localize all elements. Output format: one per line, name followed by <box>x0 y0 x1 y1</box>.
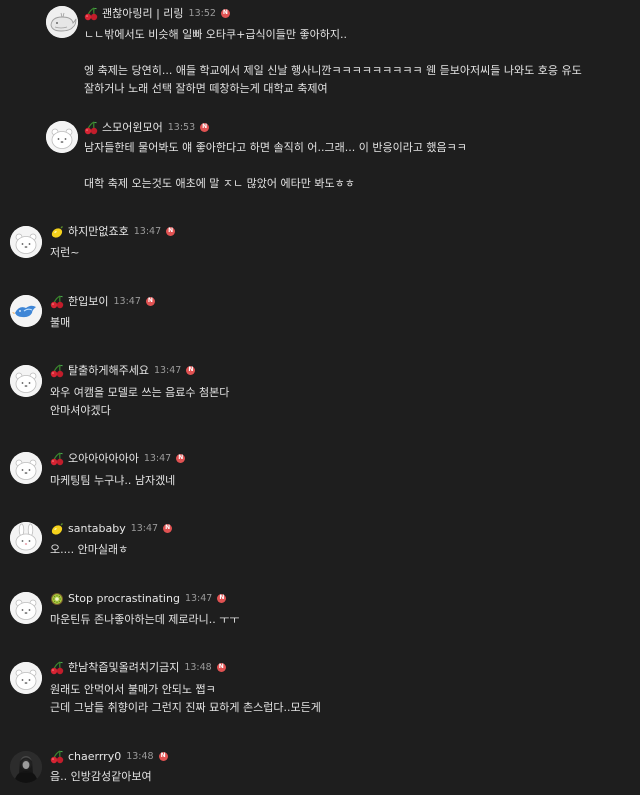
comment-body: 마운틴듀 존나좋아하는데 제로라니.. ㅜㅜ <box>50 611 240 629</box>
comment-line: 원래도 안먹어서 불매가 안되노 쩝ㅋ <box>50 683 216 696</box>
comment-body: ㄴㄴ밖에서도 비슷해 일빠 오타쿠+급식이들만 좋아하지.. 엥 축제는 당연히.… <box>84 26 582 98</box>
avatar[interactable] <box>10 295 42 327</box>
cherry-icon <box>84 6 98 21</box>
cherry-icon <box>50 749 64 764</box>
avatar[interactable] <box>10 226 42 258</box>
comment-line: 불매 <box>50 316 71 329</box>
cherry-icon <box>50 363 64 378</box>
comment-header: 오아아아아아아 13:47 N <box>50 450 186 466</box>
comment-thread-page: { "comments": [ { "nick": "괜찮아링리 | 리링", … <box>0 0 640 795</box>
comment-body: 불매 <box>50 314 70 332</box>
new-badge: N <box>220 8 230 18</box>
timestamp: 13:47 <box>184 592 213 604</box>
nickname[interactable]: 한입보이 <box>68 293 108 309</box>
new-badge: N <box>176 453 186 463</box>
new-badge: N <box>200 122 210 132</box>
nickname[interactable]: Stop procrastinating <box>68 592 180 605</box>
comment-line: ㄴㄴ밖에서도 비슷해 일빠 오타쿠+급식이들만 좋아하지.. <box>84 28 347 41</box>
avatar[interactable] <box>10 365 42 397</box>
comment-line: 잘하거나 노래 선택 잘하면 떼창하는게 대학교 축제여 <box>84 82 328 95</box>
cherry-icon <box>84 120 98 135</box>
comment-header: 하지만없죠호 13:47 N <box>50 223 176 239</box>
nickname[interactable]: 괜찮아링리 | 리링 <box>102 5 184 21</box>
nickname[interactable]: 하지만없죠호 <box>68 223 129 239</box>
timestamp: 13:47 <box>113 295 141 307</box>
comment-line: 마케팅팀 누구냐.. 남자겠네 <box>50 474 176 487</box>
nickname[interactable]: 오아아아아아아 <box>68 450 139 466</box>
avatar[interactable] <box>46 121 78 153</box>
lemon-icon <box>50 521 64 535</box>
comment-body: 마케팅팀 누구냐.. 남자겠네 <box>50 472 175 490</box>
cherry-icon <box>50 451 64 466</box>
comment-header: 탈출하게해주세요 13:47 N <box>50 362 196 378</box>
timestamp: 13:52 <box>188 7 216 19</box>
comment-line: 대학 축제 오는것도 애초에 말 ㅈㄴ 많았어 에타만 봐도ㅎㅎ <box>84 177 355 190</box>
comment-line: 근데 그남들 취향이라 그런지 진짜 묘하게 촌스럽다..모든게 <box>50 701 321 714</box>
comment-header: santababy 13:47 N <box>50 520 173 536</box>
comment-body: 저런~ <box>50 244 79 262</box>
comment-line: 안마셔야겠다 <box>50 404 111 417</box>
new-badge: N <box>217 593 227 603</box>
nickname[interactable]: 탈출하게해주세요 <box>68 362 149 378</box>
comment-line: 엥 축제는 당연히... 애들 학교에서 제일 신날 행사니깐ㅋㅋㅋㅋㅋㅋㅋㅋㅋ… <box>84 64 582 77</box>
new-badge: N <box>163 523 173 533</box>
timestamp: 13:47 <box>130 522 159 534</box>
comment-line: 마운틴듀 존나좋아하는데 제로라니.. ㅜㅜ <box>50 613 240 626</box>
comment-body: 와우 여캠을 모델로 쓰는 음료수 첨본다안마셔야겠다 <box>50 384 229 420</box>
comment-header: 한남착즙및올려치기금지 13:48 N <box>50 659 226 675</box>
new-badge: N <box>166 226 176 236</box>
comment-header: 한입보이 13:47 N <box>50 293 155 309</box>
comment-header: 스모어윈모어 13:53 N <box>84 119 210 135</box>
timestamp: 13:47 <box>143 452 172 464</box>
timestamp: 13:48 <box>184 661 212 673</box>
timestamp: 13:53 <box>167 121 196 133</box>
new-badge: N <box>216 662 226 672</box>
comment-body: 음.. 인방감성같아보여 <box>50 768 152 786</box>
timestamp: 13:48 <box>126 750 154 762</box>
comment-header: Stop procrastinating 13:47 N <box>50 590 227 606</box>
new-badge: N <box>186 365 196 375</box>
comment-body: 원래도 안먹어서 불매가 안되노 쩝ㅋ 근데 그남들 취향이라 그런지 진짜 묘하… <box>50 681 321 717</box>
comment-line: 저런~ <box>50 246 80 259</box>
comment-line: 남자들한테 물어봐도 얘 좋아한다고 하면 솔직히 어..그래... 이 반응이… <box>84 141 467 154</box>
avatar[interactable] <box>46 6 78 38</box>
timestamp: 13:47 <box>133 225 162 237</box>
nickname[interactable]: santababy <box>68 522 126 535</box>
comment-body: 남자들한테 물어봐도 얘 좋아한다고 하면 솔직히 어..그래... 이 반응이… <box>84 139 467 193</box>
comment-line: 음.. 인방감성같아보여 <box>50 770 152 783</box>
comment-line: 오.... 안마실래ㅎ <box>50 543 129 556</box>
nickname[interactable]: chaerrry0 <box>68 750 121 763</box>
new-badge: N <box>158 751 168 761</box>
new-badge: N <box>145 296 155 306</box>
nickname[interactable]: 스모어윈모어 <box>102 119 163 135</box>
comment-header: chaerrry0 13:48 N <box>50 748 168 764</box>
comment-body: 오.... 안마실래ㅎ <box>50 541 128 559</box>
cherry-icon <box>50 294 64 309</box>
timestamp: 13:47 <box>153 364 182 376</box>
avatar[interactable] <box>10 662 42 694</box>
cherry-icon <box>50 660 64 675</box>
nickname[interactable]: 한남착즙및올려치기금지 <box>68 659 179 675</box>
comment-line: 와우 여캠을 모델로 쓰는 음료수 첨본다 <box>50 386 230 399</box>
comment-header: 괜찮아링리 | 리링 13:52 N <box>84 5 230 21</box>
avatar[interactable] <box>10 522 42 554</box>
avatar[interactable] <box>10 452 42 484</box>
lemon-icon <box>50 224 64 238</box>
kiwi-icon <box>50 591 64 605</box>
avatar[interactable] <box>10 592 42 624</box>
avatar[interactable] <box>10 751 42 783</box>
